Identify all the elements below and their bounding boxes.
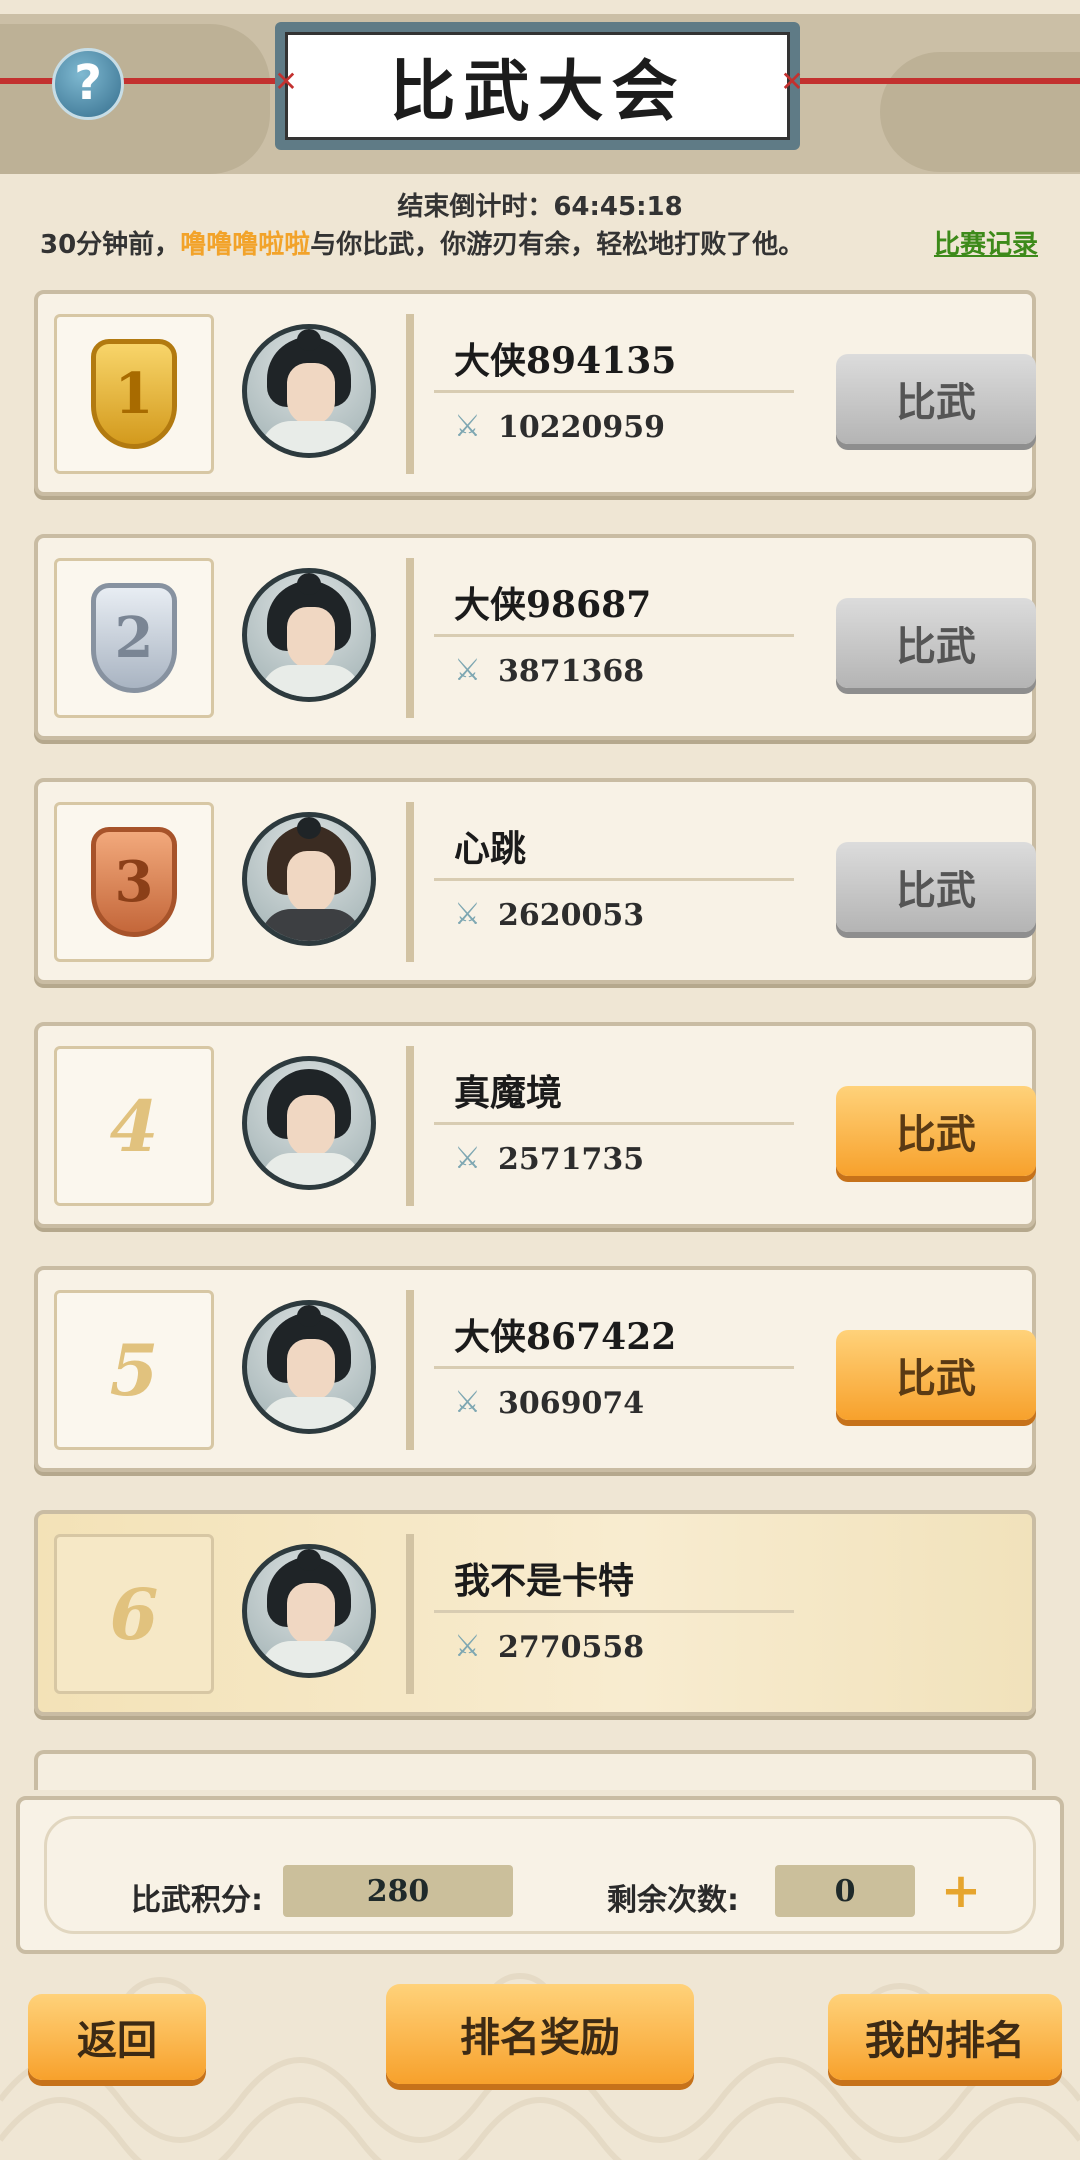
silver-medal-icon: 2	[91, 583, 177, 693]
challenge-button[interactable]: 比武	[836, 354, 1036, 444]
my-rank-button[interactable]: 我的排名	[828, 1994, 1062, 2080]
player-name: 心跳	[454, 828, 527, 870]
rank-badge: 2	[54, 558, 214, 718]
challenge-button[interactable]: 比武	[836, 598, 1036, 688]
header-cloud-decoration	[880, 52, 1080, 172]
player-name: 大侠894135	[454, 340, 677, 382]
opponent-name: 噜噜噜啦啦	[180, 230, 311, 260]
challenge-button[interactable]: 比武	[836, 1330, 1036, 1420]
stats-panel: 比武积分: 280 剩余次数: 0 +	[16, 1796, 1064, 1954]
player-name: 大侠98687	[454, 584, 652, 626]
rank-rewards-button[interactable]: 排名奖励	[386, 1984, 694, 2084]
match-record-link[interactable]: 比赛记录	[934, 224, 1038, 261]
divider	[434, 1366, 794, 1369]
rank-badge: 3	[54, 802, 214, 962]
player-avatar[interactable]	[242, 1056, 376, 1190]
crossed-swords-icon: ⚔	[454, 897, 481, 932]
red-rope-decoration	[780, 78, 1080, 84]
divider	[434, 1122, 794, 1125]
combat-power: 2620053	[498, 898, 645, 933]
stats-inner-frame: 比武积分: 280 剩余次数: 0 +	[44, 1816, 1036, 1934]
ranking-card: 1 大侠894135 ⚔ 10220959 比武	[34, 290, 1036, 496]
question-icon: ?	[74, 55, 102, 111]
rank-badge: 5	[54, 1290, 214, 1450]
combat-power: 2571735	[498, 1142, 645, 1177]
ranking-card: 2 大侠98687 ⚔ 3871368 比武	[34, 534, 1036, 740]
gold-medal-icon: 1	[91, 339, 177, 449]
combat-power: 3871368	[498, 654, 645, 689]
crossed-swords-icon: ⚔	[454, 1141, 481, 1176]
points-label: 比武积分:	[131, 1883, 263, 1918]
crossed-swords-icon: ⚔	[454, 1385, 481, 1420]
crossed-swords-icon: ⚔	[454, 1629, 481, 1664]
combat-power: 3069074	[498, 1386, 645, 1421]
player-avatar[interactable]	[242, 1544, 376, 1678]
challenge-button[interactable]: 比武	[836, 1086, 1036, 1176]
rank-number: 4	[109, 1084, 159, 1168]
divider	[434, 1610, 794, 1613]
notice-suffix: 与你比武，你游刃有余，轻松地打败了他。	[310, 230, 805, 260]
rank-number: 5	[109, 1328, 159, 1412]
player-info: 大侠98687 ⚔ 3871368 比武	[406, 558, 1036, 718]
next-ranking-card-peek	[34, 1750, 1036, 1790]
rope-knot-icon: ✕	[780, 65, 804, 98]
rank-badge: 1	[54, 314, 214, 474]
remaining-value: 0	[775, 1865, 915, 1917]
combat-power: 10220959	[498, 410, 665, 445]
bronze-medal-icon: 3	[91, 827, 177, 937]
divider	[434, 390, 794, 393]
title-plaque: 比武大会	[275, 22, 800, 150]
page-title: 比武大会	[285, 32, 790, 140]
player-info: 大侠867422 ⚔ 3069074 比武	[406, 1290, 1036, 1450]
battle-notice: 30分钟前，噜噜噜啦啦与你比武，你游刃有余，轻松地打败了他。 比赛记录	[40, 224, 1050, 261]
ranking-card: 5 大侠867422 ⚔ 3069074 比武	[34, 1266, 1036, 1472]
plus-icon[interactable]: +	[939, 1867, 983, 1915]
player-info: 真魔境 ⚔ 2571735 比武	[406, 1046, 1036, 1206]
crossed-swords-icon: ⚔	[454, 409, 481, 444]
player-info: 大侠894135 ⚔ 10220959 比武	[406, 314, 1036, 474]
rope-knot-icon: ✕	[274, 65, 298, 98]
player-avatar[interactable]	[242, 324, 376, 458]
header: ? 比武大会 ✕ ✕	[0, 0, 1080, 185]
remaining-label: 剩余次数:	[607, 1883, 739, 1918]
ranking-card: 4 真魔境 ⚔ 2571735 比武	[34, 1022, 1036, 1228]
rank-badge: 4	[54, 1046, 214, 1206]
player-info: 我不是卡特 ⚔ 2770558	[406, 1534, 1026, 1694]
red-rope-decoration	[0, 78, 300, 84]
player-avatar[interactable]	[242, 568, 376, 702]
divider	[434, 878, 794, 881]
back-button[interactable]: 返回	[28, 1994, 206, 2080]
rank-badge: 6	[54, 1534, 214, 1694]
player-avatar[interactable]	[242, 812, 376, 946]
player-avatar[interactable]	[242, 1300, 376, 1434]
challenge-button[interactable]: 比武	[836, 842, 1036, 932]
player-name: 真魔境	[454, 1072, 563, 1114]
own-ranking-card: 6 我不是卡特 ⚔ 2770558	[34, 1510, 1036, 1716]
rank-number: 6	[109, 1572, 159, 1656]
countdown-timer: 结束倒计时：64:45:18	[0, 186, 1080, 223]
help-button[interactable]: ?	[52, 48, 124, 120]
points-value: 280	[283, 1865, 513, 1917]
countdown-label: 结束倒计时：	[397, 192, 554, 222]
divider	[434, 634, 794, 637]
player-info: 心跳 ⚔ 2620053 比武	[406, 802, 1036, 962]
countdown-value: 64:45:18	[553, 192, 683, 222]
combat-power: 2770558	[498, 1630, 645, 1665]
ranking-card: 3 心跳 ⚔ 2620053 比武	[34, 778, 1036, 984]
header-cloud-decoration	[0, 24, 270, 174]
player-name: 大侠867422	[454, 1316, 677, 1358]
crossed-swords-icon: ⚔	[454, 653, 481, 688]
player-name: 我不是卡特	[454, 1560, 635, 1602]
notice-prefix: 30分钟前，	[40, 230, 181, 260]
